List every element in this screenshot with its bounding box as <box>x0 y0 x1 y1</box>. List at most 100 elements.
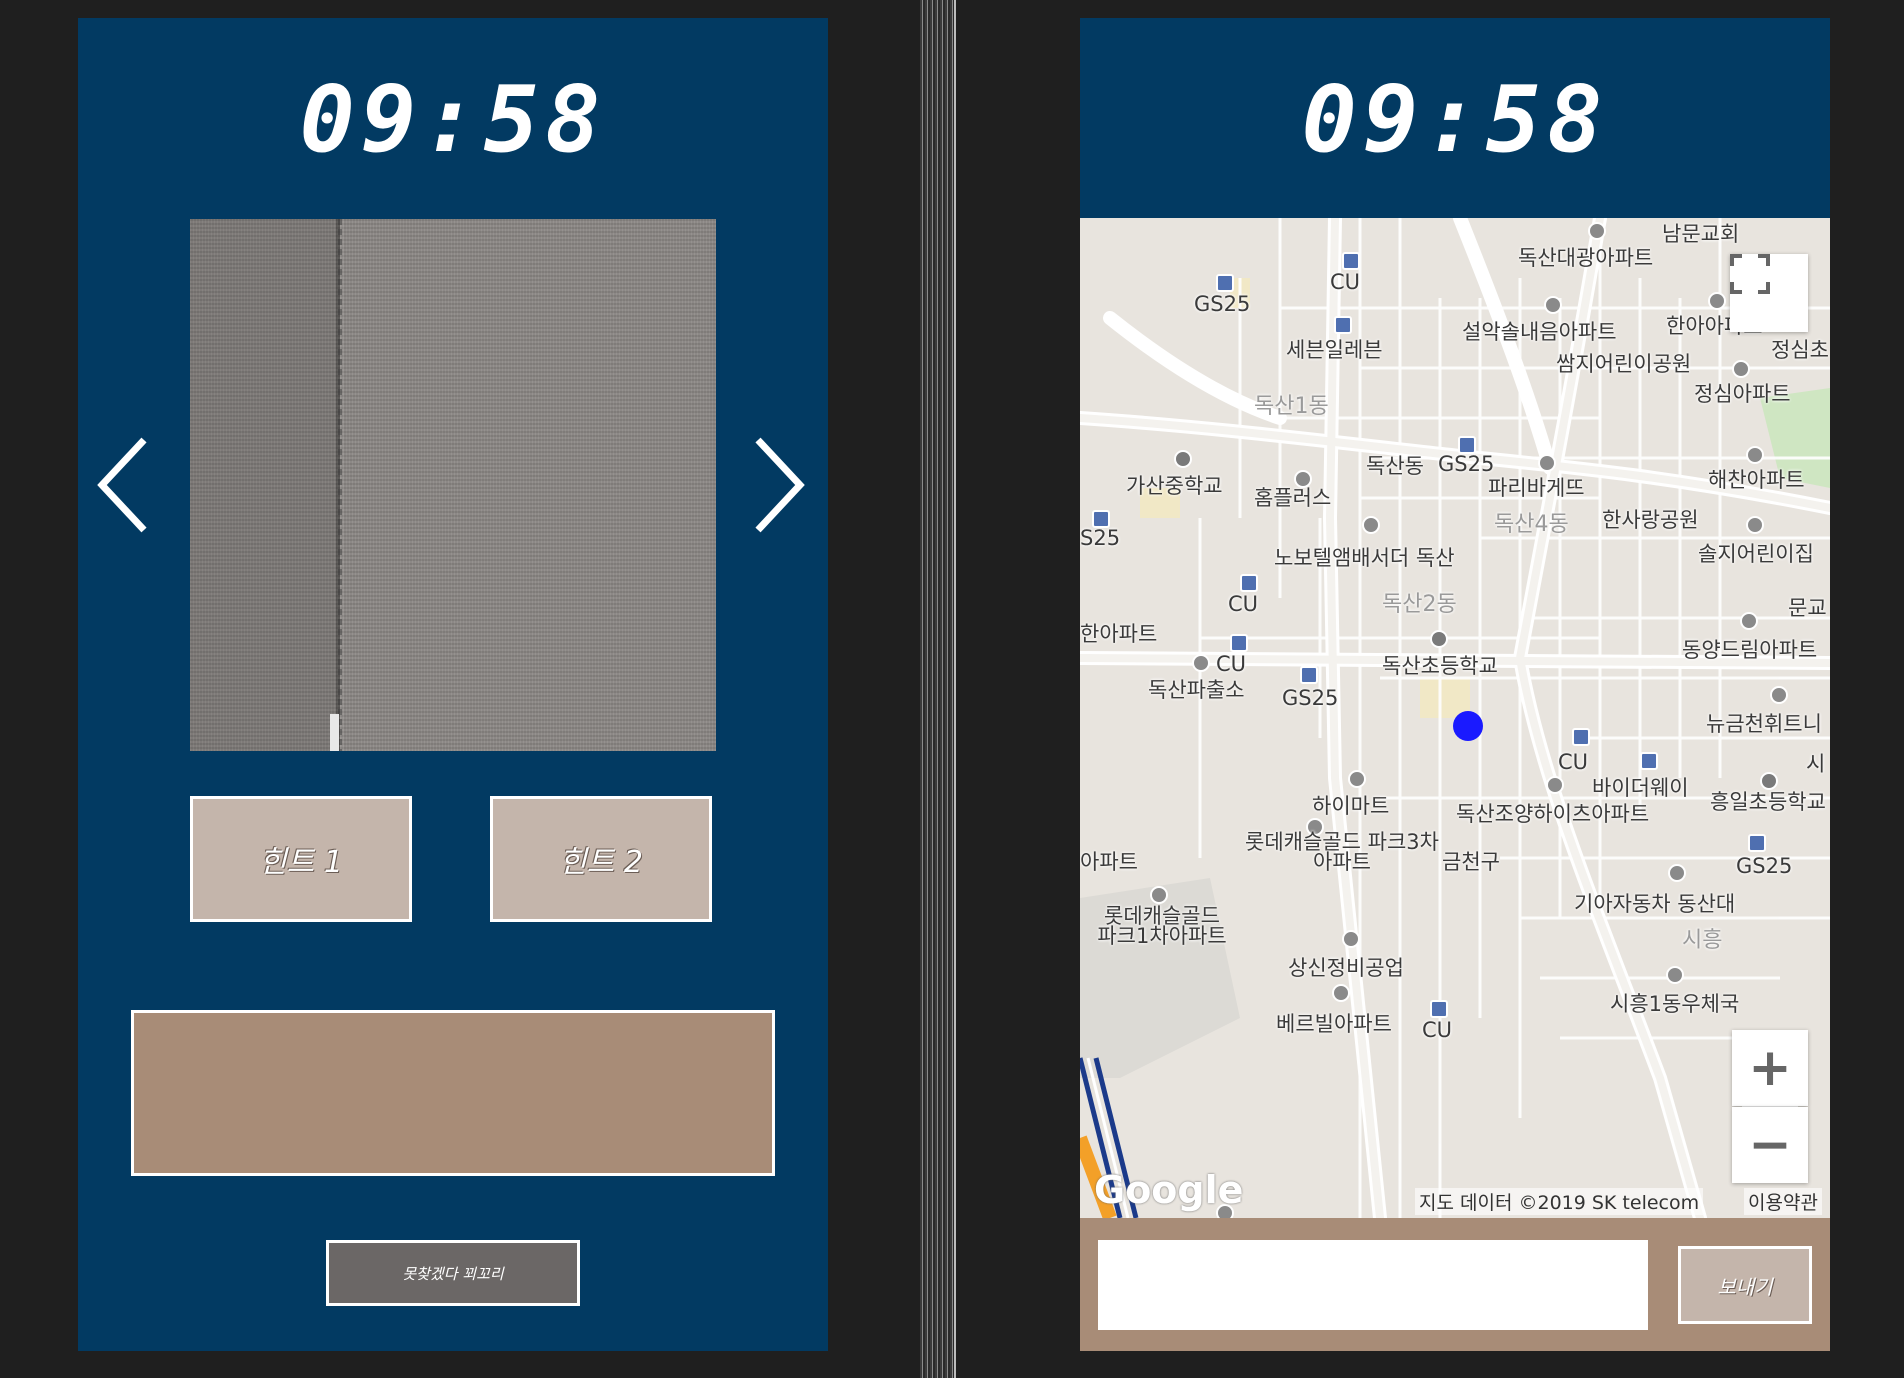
photo-zipper-pull <box>330 714 339 751</box>
map-attribution: 지도 데이터 ©2019 SK telecom <box>1415 1188 1704 1215</box>
shop-icon <box>1640 752 1658 770</box>
school-icon <box>1430 630 1448 648</box>
message-bar: 보내기 <box>1080 1218 1830 1351</box>
map-label: 정심초 <box>1771 338 1829 362</box>
shop-icon <box>1430 1000 1448 1018</box>
map-label: 시흥1동우체국 <box>1610 992 1740 1016</box>
shop-icon <box>1216 274 1234 292</box>
map-label: 문교 <box>1788 596 1827 620</box>
shop-icon <box>1748 834 1766 852</box>
google-logo: Google <box>1094 1168 1244 1212</box>
map-label: CU <box>1216 652 1247 676</box>
arrow-right-icon[interactable] <box>748 430 808 540</box>
bank-icon <box>1342 930 1360 948</box>
phone-screen-photo: 09:58 힌트 1 힌트 2 못찾겠다 꾀꼬리 <box>78 18 828 1351</box>
terms-link[interactable]: 이용약관 <box>1744 1188 1822 1215</box>
shop-icon <box>1240 574 1258 592</box>
home-icon <box>1150 886 1168 904</box>
hint-2-button[interactable]: 힌트 2 <box>490 796 712 922</box>
map-label: 솔지어린이집 <box>1698 542 1814 566</box>
message-input[interactable] <box>1098 1240 1648 1330</box>
hint-1-button[interactable]: 힌트 1 <box>190 796 412 922</box>
place-icon <box>1668 864 1686 882</box>
send-button[interactable]: 보내기 <box>1678 1246 1812 1324</box>
map-label: 상신정비공업 <box>1288 956 1404 980</box>
map-label: 남문교회 <box>1662 222 1740 246</box>
map-label: 독산조양하이츠아파트 <box>1456 802 1650 826</box>
map-label: GS25 <box>1736 854 1793 878</box>
map-label: 뉴금천휘트니 <box>1706 712 1822 736</box>
shop-icon <box>1334 316 1352 334</box>
map-label: CU <box>1422 1018 1453 1042</box>
bakery-icon <box>1538 454 1556 472</box>
home-icon <box>1746 446 1764 464</box>
post-icon <box>1666 966 1684 984</box>
home-icon <box>1544 296 1562 314</box>
map-label: 독산1동 <box>1254 394 1329 419</box>
map-label: 파리바게뜨 <box>1488 476 1585 500</box>
map-label: 세븐일레븐 <box>1286 338 1383 362</box>
map-label: CU <box>1558 750 1589 774</box>
phone-screen-map: 09:58 남문교회 독산대광아파트 CU GS25 설악솔내음아파트 한아아파… <box>1080 18 1830 1351</box>
map-label: 노보텔앰배서더 독산 <box>1274 546 1455 570</box>
home-icon <box>1588 222 1606 240</box>
map-label: 시흥 <box>1682 928 1723 953</box>
map-label: 롯데캐슬골드 파크1차아파트 <box>1097 904 1227 948</box>
police-icon <box>1192 654 1210 672</box>
home-icon <box>1332 984 1350 1002</box>
map-label: 흥일초등학교 <box>1710 790 1826 814</box>
home-icon <box>1746 516 1764 534</box>
location-dot-icon <box>1453 711 1483 741</box>
map-label: 롯데캐슬골드 파크3차아파트 <box>1245 830 1439 874</box>
map-label: 금천구 <box>1442 850 1500 874</box>
give-up-button[interactable]: 못찾겠다 꾀꼬리 <box>326 1240 580 1306</box>
map-label: 한아파트 <box>1080 622 1158 646</box>
map-label: 정심아파트 <box>1694 382 1791 406</box>
map-label: 홈플러스 <box>1254 486 1332 510</box>
map-label: 설악솔내음아파트 <box>1462 320 1617 344</box>
countdown-clock: 09:58 <box>1301 66 1609 173</box>
map-label: 동양드림아파트 <box>1682 638 1818 662</box>
map-view[interactable]: 남문교회 독산대광아파트 CU GS25 설악솔내음아파트 한아아파트 정심초 … <box>1080 218 1830 1218</box>
map-label: 쌈지어린이공원 <box>1556 352 1692 376</box>
map-label: 독산4동 <box>1494 512 1569 537</box>
map-label: 시 <box>1806 752 1826 776</box>
map-label: GS25 <box>1438 452 1495 476</box>
map-label: 독산대광아파트 <box>1518 246 1654 270</box>
screen-divider <box>920 0 956 1378</box>
shopping-icon <box>1348 770 1366 788</box>
school-icon <box>1174 450 1192 468</box>
home-icon <box>1740 612 1758 630</box>
home-icon <box>1732 360 1750 378</box>
map-label: 독산2동 <box>1382 592 1457 617</box>
map-label: 가산중학교 <box>1126 474 1223 498</box>
home-icon <box>1546 776 1564 794</box>
map-label: S25 <box>1080 526 1121 550</box>
map-label: 아파트 <box>1080 850 1138 874</box>
map-label: 독산동 <box>1366 454 1424 478</box>
shop-icon <box>1230 634 1248 652</box>
zoom-in-button[interactable]: + <box>1732 1030 1808 1106</box>
map-label: 독산초등학교 <box>1382 654 1498 678</box>
photo-stitch-line <box>338 219 342 751</box>
map-label: GS25 <box>1282 686 1339 710</box>
map-label: 베르빌아파트 <box>1276 1012 1392 1036</box>
shop-icon <box>1300 666 1318 684</box>
map-label: 독산파출소 <box>1148 678 1245 702</box>
map-label: 해찬아파트 <box>1708 468 1805 492</box>
fullscreen-icon[interactable] <box>1730 254 1808 332</box>
shop-icon <box>1572 728 1590 746</box>
home-icon <box>1708 292 1726 310</box>
arrow-left-icon[interactable] <box>94 430 154 540</box>
map-label: 기아자동차 동산대 <box>1574 892 1736 916</box>
zoom-out-button[interactable]: − <box>1732 1107 1808 1183</box>
map-label: 하이마트 <box>1312 794 1390 818</box>
map-label: CU <box>1228 592 1259 616</box>
map-label: GS25 <box>1194 292 1251 316</box>
hint-display-area <box>131 1010 775 1176</box>
shop-icon <box>1342 252 1360 270</box>
map-label: CU <box>1330 270 1361 294</box>
map-label: 한사랑공원 <box>1602 508 1699 532</box>
clue-photo <box>190 219 716 751</box>
place-icon <box>1770 686 1788 704</box>
